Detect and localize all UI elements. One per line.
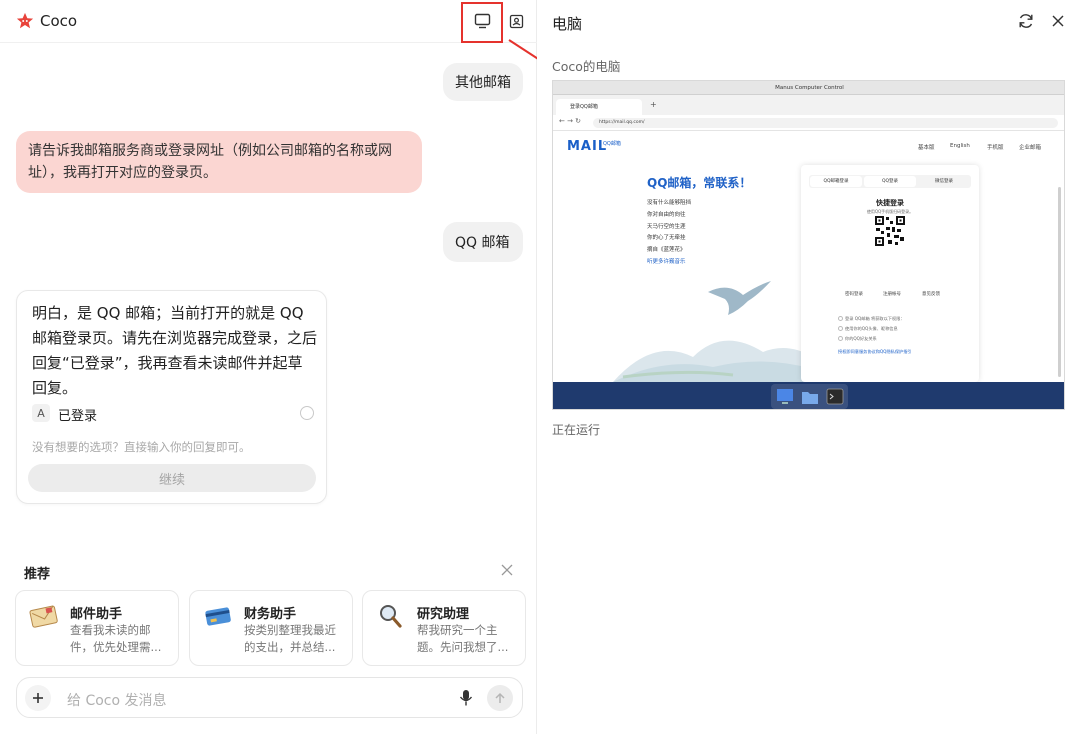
assistant-card-text: 明白，是 QQ 邮箱；当前打开的就是 QQ 邮箱登录页。请先在浏览器完成登录，之…: [32, 304, 318, 397]
chat-header: Coco: [0, 0, 537, 43]
nav-link: 手机版: [987, 145, 1004, 151]
remote-screen-preview[interactable]: Manus Computer Control 登录QQ邮箱 + ← → ↻ ht…: [552, 80, 1065, 410]
recommend-desc: 按类别整理我最近的支出，并总结...: [244, 623, 336, 654]
new-tab-icon: +: [650, 100, 657, 109]
mail-envelope-icon: [29, 605, 58, 628]
qqmail-login-box: QQ邮箱登录 QQ登录 微信登录 快捷登录 使用QQ手机版扫码登录。 密码登录: [801, 165, 979, 382]
computer-status: 正在运行: [552, 423, 601, 437]
browser-url: https://mail.qq.com/: [593, 118, 1058, 128]
login-tab: 微信登录: [935, 179, 953, 184]
quick-login-title: 快捷登录: [876, 199, 904, 207]
display-app-icon: [777, 389, 793, 404]
microphone-icon[interactable]: [458, 689, 474, 707]
computer-subtitle: Coco的电脑: [552, 59, 621, 74]
qqmail-logo: MAIL: [567, 139, 608, 154]
browser-address-bar: ← → ↻ https://mail.qq.com/: [553, 115, 1064, 131]
magnifier-icon: [380, 605, 402, 628]
contact-card-icon: [509, 14, 523, 28]
folder-app-icon: [802, 392, 818, 404]
permission-option: 登录 QQ邮箱 将获取以下权限：: [838, 316, 905, 322]
refresh-icon[interactable]: [1017, 12, 1035, 30]
user-message: 其他邮箱: [443, 63, 523, 101]
qqmail-hero: QQ邮箱，常联系！: [647, 176, 752, 190]
qqmail-login-page: MAIL QQ邮箱 基本版 English 手机版 企业邮箱 QQ邮箱，常联系！…: [553, 132, 1064, 382]
plus-icon: [33, 693, 43, 703]
attach-button[interactable]: [25, 685, 51, 711]
send-button[interactable]: [487, 685, 513, 711]
assistant-choice-card: 明白，是 QQ 邮箱；当前打开的就是 QQ 邮箱登录页。请先在浏览器完成登录，之…: [16, 290, 327, 504]
option-label: 已登录: [58, 409, 98, 424]
profile-card-button[interactable]: [506, 11, 526, 31]
app-title: Coco: [40, 12, 78, 30]
page-scrollbar: [1058, 187, 1061, 377]
login-link: 注册帐号: [883, 292, 901, 297]
nav-link: 企业邮箱: [1019, 145, 1042, 151]
qqmail-logo-sub: QQ邮箱: [603, 141, 621, 147]
permission-option: 使用你的QQ头像、昵称信息: [838, 326, 898, 332]
login-link: 意见反馈: [922, 292, 940, 297]
reply-hint: 没有想要的选项？直接输入你的回复即可。: [32, 440, 251, 454]
arrow-up-icon: [495, 692, 505, 703]
computer-panel-title: 电脑: [552, 15, 583, 33]
login-tab: QQ邮箱登录: [810, 176, 862, 187]
recommend-title: 推荐: [24, 567, 51, 582]
recommend-name: 邮件助手: [70, 607, 123, 622]
continue-button[interactable]: 继续: [28, 464, 316, 492]
recommend-card-finance[interactable]: 财务助手 按类别整理我最近的支出，并总结...: [189, 590, 353, 666]
nav-link: English: [950, 143, 970, 149]
login-tab: QQ登录: [864, 176, 916, 187]
recommend-name: 财务助手: [244, 607, 297, 622]
nav-link: 基本版: [918, 145, 935, 151]
bird-illustration-icon: [708, 281, 771, 315]
recommend-desc: 帮我研究一个主题。先问我想了...: [417, 623, 509, 654]
option-logged-in[interactable]: A 已登录: [32, 404, 314, 424]
computer-panel: 电脑 Coco的电脑 Manus Computer Control 登录QQ邮箱…: [537, 0, 1080, 734]
recommend-desc: 查看我未读的邮件，优先处理需...: [70, 623, 162, 654]
credit-card-icon: [205, 607, 231, 626]
close-icon[interactable]: [1049, 12, 1067, 30]
option-letter: A: [32, 404, 50, 422]
nav-arrows-icon: ← → ↻: [559, 117, 582, 125]
message-input[interactable]: 给 Coco 发消息: [67, 690, 167, 710]
login-tabs: QQ邮箱登录 QQ登录 微信登录: [809, 175, 971, 188]
message-composer: 给 Coco 发消息: [16, 677, 523, 718]
browser-tab: 登录QQ邮箱: [556, 99, 642, 115]
remote-window-title: Manus Computer Control: [553, 81, 1064, 95]
taskbar-dock: [771, 384, 848, 409]
coco-logo-icon: [16, 12, 34, 29]
browser-tab-bar: 登录QQ邮箱 +: [553, 95, 1064, 115]
computer-view-button[interactable]: [472, 11, 492, 31]
qqmail-poem: 没有什么能够阻挡 你对自由的向往 天马行空的生涯 你的心了无牵挂 摘自《蓝莲花》…: [647, 200, 692, 265]
chat-panel: Coco 其他邮箱 请告诉我邮箱服务商或登录网址（例如公司邮箱的名称或网址），我…: [0, 0, 555, 734]
recommend-name: 研究助理: [417, 607, 470, 622]
user-message: QQ 邮箱: [443, 222, 523, 262]
qr-code-icon: [874, 215, 906, 247]
login-link: 密码登录: [845, 292, 863, 297]
permission-option: 你的QQ好友关系: [838, 336, 877, 342]
agreement-text: 授权即同意服务协议和QQ隐私保护指引: [838, 349, 912, 354]
terminal-app-icon: [826, 388, 844, 405]
option-radio[interactable]: [300, 406, 314, 420]
close-recommend-icon[interactable]: [500, 563, 514, 577]
monitor-icon: [474, 13, 490, 29]
recommend-card-research[interactable]: 研究助理 帮我研究一个主题。先问我想了...: [362, 590, 526, 666]
assistant-message: 请告诉我邮箱服务商或登录网址（例如公司邮箱的名称或网址），我再打开对应的登录页。: [16, 131, 422, 193]
recommend-card-mail[interactable]: 邮件助手 查看我未读的邮件，优先处理需...: [15, 590, 179, 666]
remote-taskbar: [553, 382, 1064, 409]
